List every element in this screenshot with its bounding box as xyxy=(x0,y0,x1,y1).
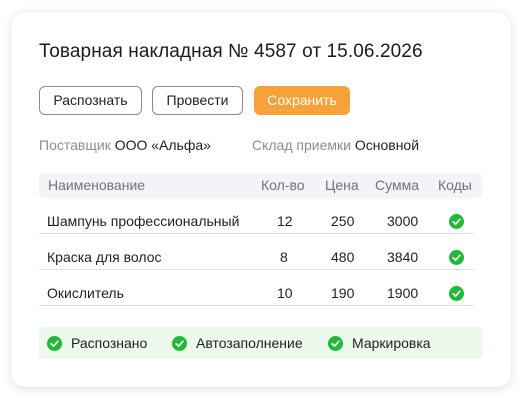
cell-sum: 1900 xyxy=(387,285,419,301)
check-circle-icon xyxy=(172,335,187,351)
warehouse-field: Склад приемки Основной xyxy=(252,137,419,153)
check-circle-icon xyxy=(449,214,464,229)
status-label: Маркировка xyxy=(352,335,431,351)
row-divider xyxy=(39,233,474,234)
cell-qty: 10 xyxy=(277,285,293,301)
status-label: Автозаполнение xyxy=(196,335,303,351)
column-header-price: Цена xyxy=(325,177,359,193)
check-circle-icon xyxy=(47,335,62,351)
cell-sum: 3840 xyxy=(387,249,419,265)
invoice-card: Товарная накладная № 4587 от 15.06.2026 … xyxy=(11,12,511,387)
cell-name: Окислитель xyxy=(47,285,124,301)
recognize-button[interactable]: Распознать xyxy=(39,86,142,115)
check-circle-icon xyxy=(328,335,343,351)
status-recognized: Распознано xyxy=(47,327,147,359)
supplier-field: Поставщик ООО «Альфа» xyxy=(39,137,211,153)
column-header-codes: Коды xyxy=(438,177,472,193)
cell-name: Шампунь профессиональный xyxy=(47,213,240,229)
status-autofill: Автозаполнение xyxy=(172,327,303,359)
check-circle-icon xyxy=(449,286,464,301)
row-divider xyxy=(39,269,474,270)
warehouse-value: Основной xyxy=(354,137,420,153)
save-button[interactable]: Сохранить xyxy=(254,86,350,115)
check-circle-icon xyxy=(449,250,464,265)
table-header: Наименование Кол-во Цена Сумма Коды xyxy=(39,173,482,198)
supplier-value: ООО «Альфа» xyxy=(114,137,211,153)
cell-price: 480 xyxy=(331,249,355,265)
cell-qty: 12 xyxy=(277,213,293,229)
cell-sum: 3000 xyxy=(387,213,419,229)
supplier-label: Поставщик xyxy=(39,137,111,153)
status-bar: Распознано Автозаполнение Маркировка xyxy=(39,327,483,359)
cell-name: Краска для волос xyxy=(47,249,162,265)
column-header-name: Наименование xyxy=(48,177,146,193)
cell-price: 190 xyxy=(331,285,355,301)
column-header-qty: Кол-во xyxy=(261,177,305,193)
post-button[interactable]: Провести xyxy=(152,86,243,115)
status-label: Распознано xyxy=(71,335,148,351)
status-marking: Маркировка xyxy=(328,327,431,359)
row-divider xyxy=(39,305,474,306)
column-header-sum: Сумма xyxy=(375,177,419,193)
cell-qty: 8 xyxy=(280,249,288,265)
page-title: Товарная накладная № 4587 от 15.06.2026 xyxy=(39,41,423,62)
warehouse-label: Склад приемки xyxy=(252,137,351,153)
cell-price: 250 xyxy=(331,213,355,229)
